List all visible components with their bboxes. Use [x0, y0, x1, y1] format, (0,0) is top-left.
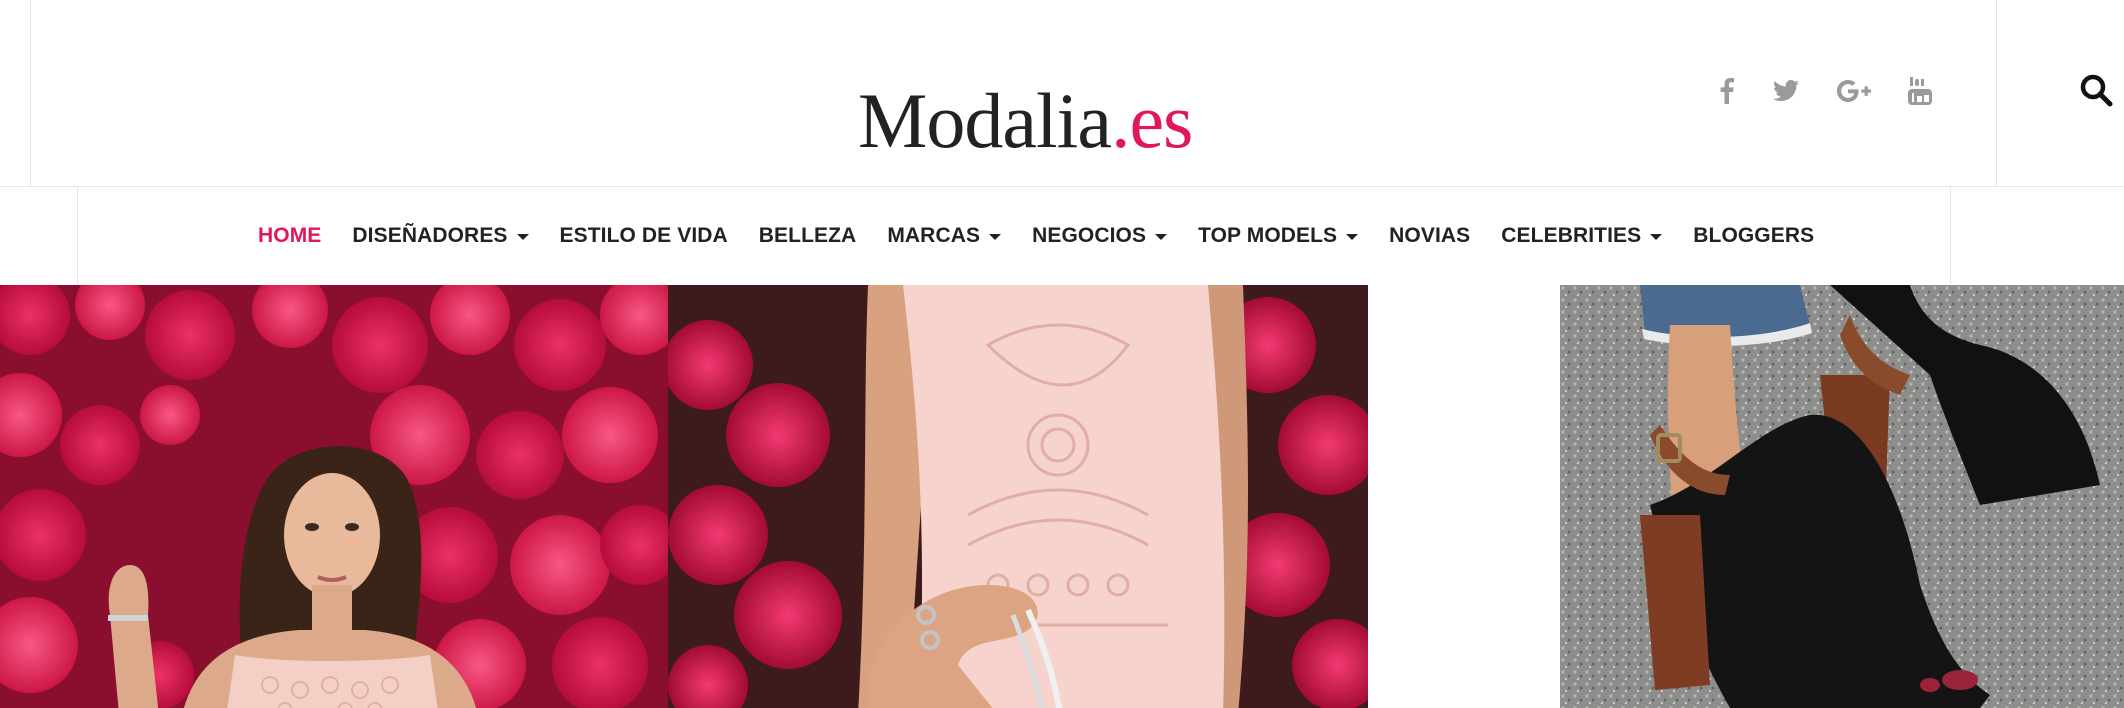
chevron-down-icon: [516, 234, 529, 240]
chevron-down-icon: [1155, 234, 1168, 240]
featured-image-lace-top[interactable]: [668, 285, 1368, 708]
nav-divider: [77, 187, 78, 285]
nav-item-label: MARCAS: [887, 224, 981, 247]
nav-item-label: HOME: [258, 224, 322, 247]
nav-item-disenadores[interactable]: DISEÑADORES: [352, 224, 529, 248]
featured-image-heeled-sandals[interactable]: [1560, 285, 2124, 708]
nav-item-label: TOP MODELS: [1198, 224, 1338, 247]
nav-item-label: BELLEZA: [758, 224, 857, 247]
nav-item-label: NEGOCIOS: [1032, 224, 1147, 247]
site-logo[interactable]: Modalia .es: [858, 70, 1193, 164]
nav-item-estilo-de-vida[interactable]: ESTILO DE VIDA: [560, 224, 728, 248]
google-plus-icon[interactable]: [1834, 74, 1874, 108]
nav-item-top-models[interactable]: TOP MODELS: [1198, 224, 1359, 248]
nav-item-belleza[interactable]: BELLEZA: [759, 224, 857, 248]
nav-item-label: DISEÑADORES: [352, 224, 508, 247]
nav-item-label: NOVIAS: [1389, 224, 1471, 247]
nav-item-label: BLOGGERS: [1693, 224, 1815, 247]
nav-item-bloggers[interactable]: BLOGGERS: [1693, 224, 1814, 248]
logo-domain-text: .es: [1110, 77, 1193, 164]
youtube-icon[interactable]: [1900, 74, 1940, 108]
content-spacer: [1368, 285, 1560, 708]
chevron-down-icon: [1346, 234, 1359, 240]
header-divider: [30, 0, 31, 186]
main-navigation: HOME DISEÑADORES ESTILO DE VIDA BELLEZA …: [0, 187, 2124, 285]
site-header: Modalia .es: [0, 0, 2124, 187]
nav-item-negocios[interactable]: NEGOCIOS: [1032, 224, 1168, 248]
search-icon[interactable]: [2078, 72, 2116, 110]
chevron-down-icon: [989, 234, 1002, 240]
chevron-down-icon: [1650, 234, 1663, 240]
header-divider: [1996, 0, 1997, 186]
facebook-icon[interactable]: [1707, 74, 1747, 108]
featured-image-model-flowers[interactable]: [0, 285, 668, 708]
twitter-icon[interactable]: [1766, 74, 1806, 108]
logo-main-text: Modalia: [858, 77, 1112, 164]
nav-item-marcas[interactable]: MARCAS: [887, 224, 1002, 248]
nav-divider: [1950, 187, 1951, 285]
nav-item-label: CELEBRITIES: [1501, 224, 1642, 247]
nav-item-novias[interactable]: NOVIAS: [1389, 224, 1470, 248]
nav-item-label: ESTILO DE VIDA: [559, 224, 728, 247]
nav-item-home[interactable]: HOME: [258, 224, 321, 248]
nav-menu: HOME DISEÑADORES ESTILO DE VIDA BELLEZA …: [258, 187, 1845, 285]
nav-item-celebrities[interactable]: CELEBRITIES: [1501, 224, 1663, 248]
